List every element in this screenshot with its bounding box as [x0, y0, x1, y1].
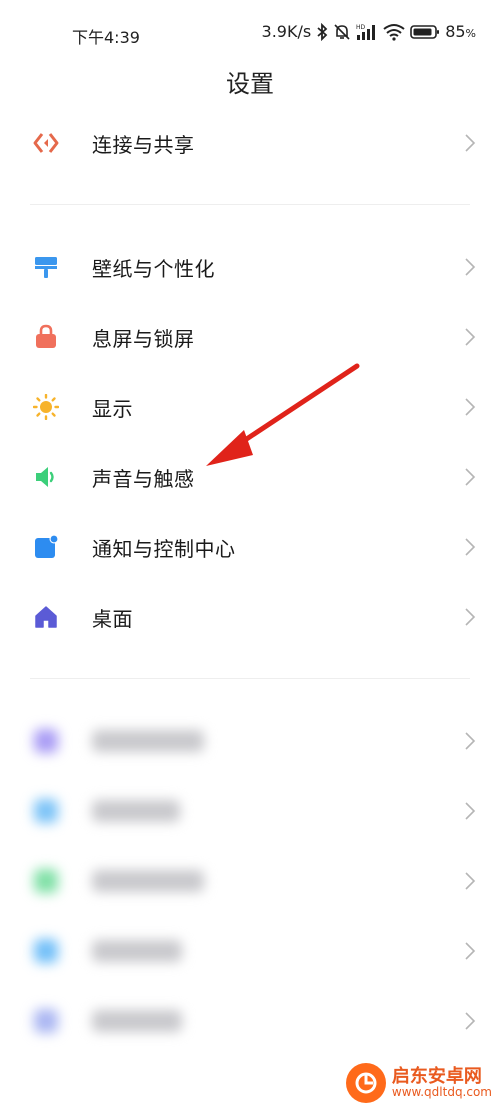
chevron-right-icon: [465, 608, 476, 626]
home-icon: [33, 604, 59, 630]
blurred-icon: [33, 728, 59, 754]
status-bar: 下午4:39 3.9K/s HD 85%: [0, 0, 500, 66]
blurred-label: [92, 800, 180, 822]
settings-item-label: 连接与共享: [92, 132, 195, 157]
watermark-name: 启东安卓网: [391, 1065, 482, 1087]
chevron-right-icon: [465, 398, 476, 416]
chevron-right-icon: [465, 1012, 476, 1030]
sun-icon: [33, 394, 59, 420]
settings-item-home-screen[interactable]: 桌面: [0, 589, 500, 645]
blurred-label: [92, 870, 204, 892]
divider: [30, 678, 470, 679]
battery-icon: [410, 24, 440, 39]
page-title: 设置: [226, 70, 274, 98]
settings-item-blurred[interactable]: [0, 713, 500, 769]
notification-icon: [33, 534, 59, 560]
bluetooth-icon: [317, 22, 328, 41]
wifi-icon: [383, 23, 405, 41]
settings-item-label: 壁纸与个性化: [92, 256, 215, 281]
chevron-right-icon: [465, 134, 476, 152]
net-speed: 3.9K/s: [261, 22, 312, 41]
blurred-label: [92, 940, 182, 962]
chevron-right-icon: [465, 468, 476, 486]
settings-item-connection-sharing[interactable]: 连接与共享: [0, 115, 500, 171]
settings-item-display[interactable]: 显示: [0, 379, 500, 435]
settings-item-label: 桌面: [92, 606, 133, 631]
chevron-right-icon: [465, 538, 476, 556]
chevron-right-icon: [465, 802, 476, 820]
watermark-logo-icon: [345, 1063, 386, 1103]
chevron-right-icon: [465, 732, 476, 750]
settings-item-wallpaper[interactable]: 壁纸与个性化: [0, 239, 500, 295]
status-right: 3.9K/s HD 85%: [262, 22, 476, 41]
settings-item-sound[interactable]: 声音与触感: [0, 449, 500, 505]
blurred-label: [92, 1010, 182, 1032]
divider: [30, 204, 470, 205]
watermark: 启东安卓网 www.qdltdq.com: [345, 1063, 492, 1103]
blurred-icon: [33, 1008, 59, 1034]
settings-item-blurred[interactable]: [0, 923, 500, 979]
settings-item-notifications[interactable]: 通知与控制中心: [0, 519, 500, 575]
svg-text:HD: HD: [356, 24, 366, 31]
chevron-right-icon: [465, 872, 476, 890]
settings-item-lock-screen[interactable]: 息屏与锁屏: [0, 309, 500, 365]
share-icon: [33, 130, 59, 156]
status-time: 下午4:39: [72, 28, 140, 47]
chevron-right-icon: [465, 328, 476, 346]
mute-bell-icon: [334, 23, 350, 40]
chevron-right-icon: [465, 258, 476, 276]
lock-icon: [33, 324, 59, 350]
settings-item-label: 显示: [92, 396, 133, 421]
settings-item-blurred[interactable]: [0, 993, 500, 1049]
blurred-label: [92, 730, 204, 752]
blurred-icon: [33, 868, 59, 894]
brush-icon: [33, 254, 59, 280]
settings-item-blurred[interactable]: [0, 783, 500, 839]
blurred-icon: [33, 798, 59, 824]
blurred-icon: [33, 938, 59, 964]
settings-item-blurred[interactable]: [0, 853, 500, 909]
speaker-icon: [33, 464, 59, 490]
watermark-url: www.qdltdq.com: [391, 1085, 492, 1100]
watermark-text: 启东安卓网 www.qdltdq.com: [391, 1065, 492, 1100]
settings-item-label: 息屏与锁屏: [92, 326, 195, 351]
battery-level: 85%: [445, 22, 476, 41]
settings-item-label: 通知与控制中心: [92, 536, 236, 561]
hd-signal-icon: HD: [356, 24, 376, 40]
settings-item-label: 声音与触感: [92, 466, 195, 491]
chevron-right-icon: [465, 942, 476, 960]
